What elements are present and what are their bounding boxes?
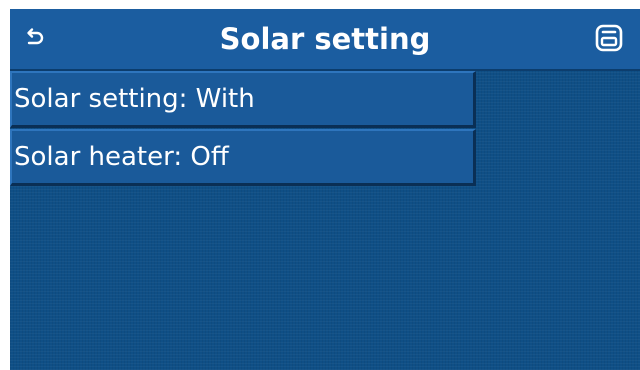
solar-setting-label: Solar setting: With	[14, 84, 255, 114]
settings-menu: Solar setting: With Solar heater: Off	[10, 71, 478, 187]
back-arrow-icon	[24, 27, 46, 53]
header-bar: Solar setting	[10, 9, 640, 71]
back-button[interactable]	[18, 23, 52, 57]
solar-setting-item[interactable]: Solar setting: With	[10, 71, 476, 128]
solar-heater-item[interactable]: Solar heater: Off	[10, 129, 476, 186]
save-disk-icon	[594, 23, 624, 57]
solar-heater-label: Solar heater: Off	[14, 142, 229, 172]
page-title: Solar setting	[219, 22, 431, 56]
solar-setting-screen: Solar setting Solar setting: With Solar …	[10, 9, 640, 370]
save-button[interactable]	[590, 21, 628, 59]
